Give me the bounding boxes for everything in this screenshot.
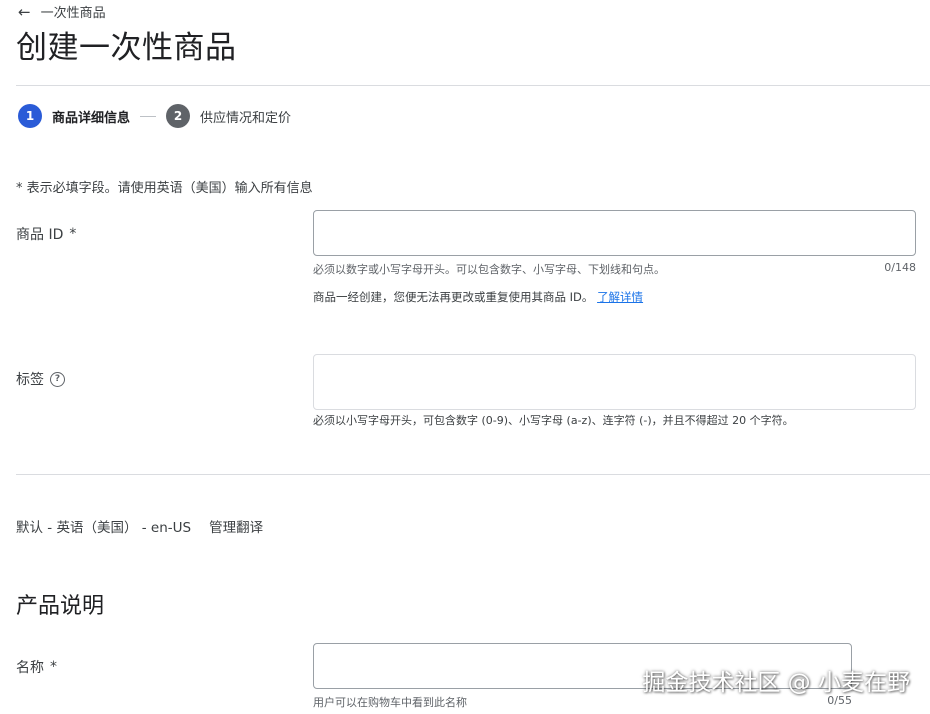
required-asterisk: * [69, 226, 77, 242]
product-id-info-text: 商品一经创建，您便无法再更改或重复使用其商品 ID。 [313, 290, 594, 304]
back-link-label: 一次性商品 [40, 6, 106, 21]
tags-label-text: 标签 [16, 372, 44, 388]
tags-helper: 必须以小写字母开头，可包含数字 (0-9)、小写字母 (a-z)、连字符 (-)… [313, 414, 794, 427]
back-arrow-icon: ← [18, 2, 31, 21]
default-language-label: 默认 - 英语（美国） - en-US [16, 520, 192, 536]
product-id-input[interactable] [313, 210, 916, 256]
step-1-label[interactable]: 商品详细信息 [52, 107, 130, 126]
tags-input[interactable] [313, 354, 916, 410]
learn-more-link[interactable]: 了解详情 [597, 290, 643, 304]
name-label-text: 名称 [16, 660, 44, 676]
header-divider [16, 85, 930, 86]
product-id-counter: 0/148 [884, 261, 916, 274]
step-1-number[interactable]: 1 [18, 104, 42, 128]
required-asterisk: * [50, 659, 57, 675]
watermark-text: 掘金技术社区 @ 小麦在野 [642, 670, 910, 696]
step-2-label[interactable]: 供应情况和定价 [200, 107, 291, 126]
language-row: 默认 - 英语（美国） - en-US 管理翻译 [16, 516, 263, 536]
required-fields-note: * 表示必填字段。请使用英语（美国）输入所有信息 [16, 181, 313, 196]
name-helper: 用户可以在购物车中看到此名称 [313, 696, 467, 709]
product-id-helper: 必须以数字或小写字母开头。可以包含数字、小写字母、下划线和句点。 [313, 263, 665, 276]
stepper-connector [140, 115, 157, 117]
tags-label: 标签 ? [16, 369, 65, 389]
product-id-label: 商品 ID * [16, 224, 76, 244]
stepper: 1 商品详细信息 2 供应情况和定价 [18, 104, 291, 128]
product-id-label-text: 商品 ID [16, 227, 64, 243]
name-label: 名称 * [16, 657, 57, 677]
product-id-info: 商品一经创建，您便无法再更改或重复使用其商品 ID。 了解详情 [313, 289, 643, 305]
page-title: 创建一次性商品 [16, 30, 237, 66]
help-icon[interactable]: ? [50, 371, 65, 387]
product-description-title: 产品说明 [16, 594, 105, 619]
manage-translations-button[interactable]: 管理翻译 [209, 516, 263, 536]
back-link[interactable]: ← 一次性商品 [18, 2, 106, 22]
step-2-number[interactable]: 2 [166, 104, 191, 128]
section-divider [16, 474, 930, 475]
